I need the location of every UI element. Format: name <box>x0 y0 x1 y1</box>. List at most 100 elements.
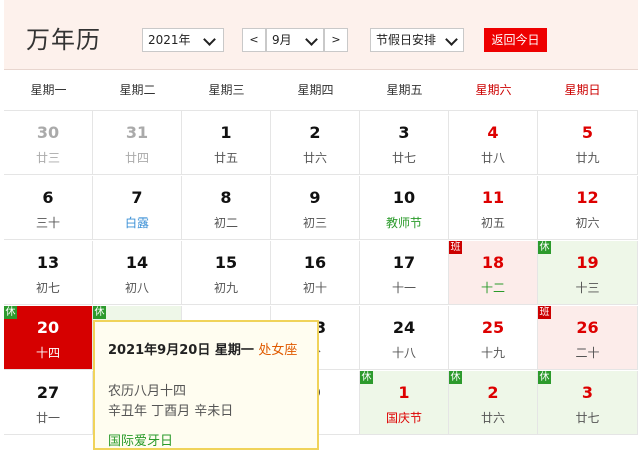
day-number: 15 <box>214 253 238 272</box>
day-number: 1 <box>398 383 410 402</box>
lunar-date: 初七 <box>35 281 60 295</box>
popup-date-text: 2021年9月20日 星期一 <box>108 343 254 358</box>
calendar-day-cell[interactable]: 休 1 国庆节 <box>360 371 449 435</box>
calendar-day-cell[interactable]: 班 18 十二 <box>449 241 538 305</box>
popup-festival: 国际爱牙日 <box>108 434 174 449</box>
lunar-date: 十三 <box>575 281 600 295</box>
lunar-date: 国庆节 <box>385 411 422 425</box>
day-number: 24 <box>392 318 416 337</box>
calendar-day-cell[interactable]: 5 廿九 <box>538 111 638 175</box>
calendar-day-cell[interactable]: 16 初十 <box>271 241 360 305</box>
back-to-today-button[interactable]: 返回今日 <box>484 28 547 52</box>
calendar-day-cell[interactable]: 休 20 十四 <box>4 306 93 370</box>
day-number: 13 <box>36 253 60 272</box>
day-number: 9 <box>309 188 321 207</box>
day-number: 31 <box>125 123 149 142</box>
lunar-date: 初六 <box>575 216 600 230</box>
day-number: 19 <box>576 253 599 272</box>
lunar-date: 廿五 <box>213 151 238 165</box>
chevron-down-icon <box>445 33 458 46</box>
lunar-date: 教师节 <box>385 216 422 230</box>
weekday-label: 星期日 <box>564 83 601 97</box>
lunar-date: 十一 <box>391 281 416 295</box>
calendar-day-cell[interactable]: 15 初九 <box>182 241 271 305</box>
day-number: 14 <box>125 253 149 272</box>
month-select-value: 9月 <box>272 33 292 47</box>
calendar-day-cell[interactable]: 30 廿三 <box>4 111 93 175</box>
weekday-label: 星期二 <box>119 83 156 97</box>
weekday-label: 星期三 <box>208 83 245 97</box>
calendar-day-cell[interactable]: 休 2 廿六 <box>449 371 538 435</box>
lunar-date: 初五 <box>480 216 505 230</box>
calendar-day-cell[interactable]: 休 19 十三 <box>538 241 638 305</box>
calendar-day-cell[interactable]: 8 初二 <box>182 176 271 240</box>
day-number: 2 <box>487 383 499 402</box>
calendar-day-cell[interactable]: 9 初三 <box>271 176 360 240</box>
lunar-date: 廿九 <box>575 151 600 165</box>
chevron-down-icon <box>203 33 216 46</box>
month-select[interactable]: 9月 <box>266 28 324 52</box>
prev-month-button[interactable]: < <box>242 28 266 52</box>
calendar-day-cell[interactable]: 4 廿八 <box>449 111 538 175</box>
popup-lunar-date: 农历八月十四 <box>108 384 187 399</box>
calendar-day-cell[interactable]: 25 十九 <box>449 306 538 370</box>
day-number: 18 <box>481 253 505 272</box>
lunar-date: 初八 <box>124 281 149 295</box>
weekday-label: 星期五 <box>386 83 423 97</box>
calendar-day-cell[interactable]: 6 三十 <box>4 176 93 240</box>
calendar-day-cell[interactable]: 14 初八 <box>93 241 182 305</box>
calendar-day-cell[interactable]: 13 初七 <box>4 241 93 305</box>
lunar-date: 廿三 <box>35 151 60 165</box>
weekday-label: 星期六 <box>475 83 512 97</box>
day-number: 1 <box>220 123 232 142</box>
calendar-header: 万年历 2021年 < 9月 > 节假日安排 返回今日 <box>4 0 638 70</box>
calendar-day-cell[interactable]: 27 廿一 <box>4 371 93 435</box>
lunar-date: 廿六 <box>302 151 327 165</box>
calendar-day-cell[interactable]: 3 廿七 <box>360 111 449 175</box>
day-number: 17 <box>392 253 416 272</box>
lunar-date: 十九 <box>480 346 505 360</box>
holiday-select[interactable]: 节假日安排 <box>370 28 464 52</box>
weekday-label: 星期一 <box>30 83 67 97</box>
lunar-date: 三十 <box>35 216 60 230</box>
lunar-date: 二十 <box>575 346 600 360</box>
lunar-date: 廿七 <box>575 411 600 425</box>
lunar-date: 十八 <box>391 346 416 360</box>
day-number: 25 <box>481 318 505 337</box>
calendar-day-cell[interactable]: 7 白露 <box>93 176 182 240</box>
year-select-value: 2021年 <box>148 33 191 47</box>
page-title: 万年历 <box>26 26 101 54</box>
day-number: 11 <box>481 188 505 207</box>
year-select[interactable]: 2021年 <box>142 28 224 52</box>
calendar-day-cell[interactable]: 1 廿五 <box>182 111 271 175</box>
lunar-date: 廿一 <box>35 411 60 425</box>
day-number: 20 <box>36 318 60 337</box>
day-number: 10 <box>392 188 416 207</box>
popup-zodiac: 处女座 <box>258 343 298 358</box>
day-number: 27 <box>36 383 60 402</box>
popup-ganzhi: 辛丑年 丁酉月 辛未日 <box>108 404 234 419</box>
calendar-day-cell[interactable]: 休 3 廿七 <box>538 371 638 435</box>
calendar-day-cell[interactable]: 11 初五 <box>449 176 538 240</box>
holiday-select-value: 节假日安排 <box>376 33 437 47</box>
calendar-day-cell[interactable]: 31 廿四 <box>93 111 182 175</box>
day-number: 5 <box>581 123 594 142</box>
lunar-date: 初二 <box>213 216 238 230</box>
weekday-header: 星期一 星期二 星期三 星期四 星期五 星期六 星期日 <box>4 70 638 111</box>
calendar-day-cell[interactable]: 17 十一 <box>360 241 449 305</box>
day-number: 16 <box>303 253 327 272</box>
chevron-down-icon <box>305 33 318 46</box>
calendar-day-cell[interactable]: 班 26 二十 <box>538 306 638 370</box>
calendar-day-cell[interactable]: 12 初六 <box>538 176 638 240</box>
lunar-date: 初九 <box>213 281 238 295</box>
calendar-day-cell[interactable]: 10 教师节 <box>360 176 449 240</box>
calendar-day-cell[interactable]: 2 廿六 <box>271 111 360 175</box>
lunar-date: 初十 <box>302 281 327 295</box>
day-number: 30 <box>36 123 60 142</box>
calendar-day-cell[interactable]: 24 十八 <box>360 306 449 370</box>
day-number: 12 <box>576 188 599 207</box>
day-number: 26 <box>576 318 599 337</box>
lunar-date: 十二 <box>480 281 505 295</box>
weekday-label: 星期四 <box>297 83 334 97</box>
next-month-button[interactable]: > <box>324 28 348 52</box>
